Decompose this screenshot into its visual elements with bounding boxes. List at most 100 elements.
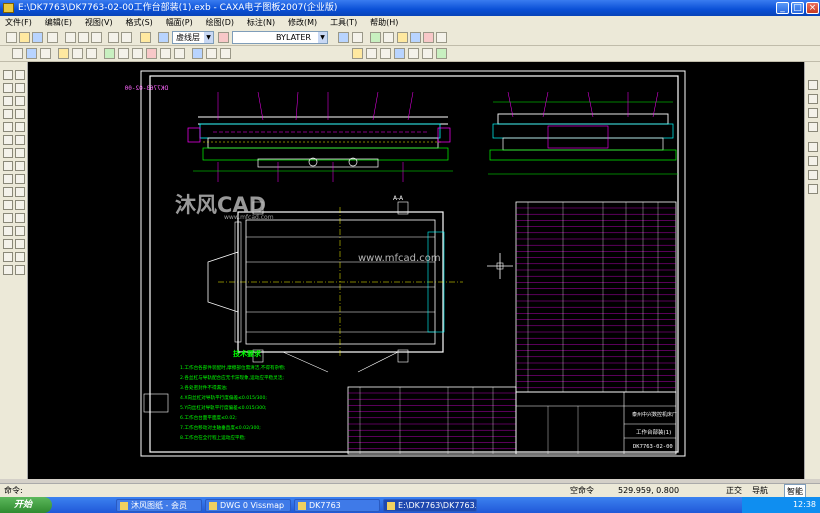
- menu-sheet[interactable]: 幅面(P): [161, 16, 198, 29]
- offset-icon[interactable]: [3, 200, 13, 210]
- point-icon[interactable]: [15, 122, 25, 132]
- task-browser[interactable]: 沐风图纸 - 会员: [116, 499, 202, 512]
- menu-file[interactable]: 文件(F): [0, 16, 37, 29]
- properties-icon[interactable]: [370, 32, 381, 43]
- maximize-button[interactable]: □: [791, 2, 804, 14]
- match-icon[interactable]: [383, 32, 394, 43]
- zoom-out-icon[interactable]: [86, 48, 97, 59]
- ortho-toggle[interactable]: 正交: [726, 484, 742, 497]
- undo-icon[interactable]: [108, 32, 119, 43]
- rectangle-icon[interactable]: [3, 96, 13, 106]
- copy-icon[interactable]: [78, 32, 89, 43]
- array-icon[interactable]: [174, 48, 185, 59]
- weld-icon[interactable]: [15, 239, 25, 249]
- new-file-icon[interactable]: [6, 32, 17, 43]
- menu-modify[interactable]: 修改(M): [283, 16, 322, 29]
- move-icon[interactable]: [15, 187, 25, 197]
- zoom-all-icon[interactable]: [40, 48, 51, 59]
- color-picker-icon[interactable]: [808, 108, 818, 118]
- break-icon[interactable]: [15, 174, 25, 184]
- fillet-icon[interactable]: [15, 161, 25, 171]
- dim-linear-icon[interactable]: [3, 213, 13, 223]
- circle-icon[interactable]: [3, 83, 13, 93]
- table-icon[interactable]: [15, 265, 25, 275]
- line-icon[interactable]: [3, 70, 13, 80]
- extend-icon[interactable]: [118, 48, 129, 59]
- linetype-icon[interactable]: [808, 94, 818, 104]
- task-dwg-viewer[interactable]: DWG 0 Vissmap: [205, 499, 291, 512]
- command-prompt[interactable]: 命令:: [4, 484, 23, 497]
- start-button[interactable]: 开始: [0, 497, 52, 513]
- redraw-icon[interactable]: [12, 48, 23, 59]
- roughness-icon[interactable]: [3, 239, 13, 249]
- open-folder-icon[interactable]: [19, 32, 30, 43]
- bom-icon[interactable]: [436, 32, 447, 43]
- stretch-icon[interactable]: [3, 187, 13, 197]
- text-tool-icon[interactable]: [3, 161, 13, 171]
- task-caxa[interactable]: E:\DK7763\DK7763...: [383, 499, 477, 512]
- pan-icon[interactable]: [58, 48, 69, 59]
- mirror-icon[interactable]: [132, 48, 143, 59]
- hatch-icon[interactable]: [380, 48, 391, 59]
- dim-angle-icon[interactable]: [3, 226, 13, 236]
- parallel-line-icon[interactable]: [15, 70, 25, 80]
- zoom-previous-icon[interactable]: [422, 48, 433, 59]
- drawing-canvas[interactable]: DK7763-02-00 A-A 技术要求 1.工作台各部件装配时,摩擦部位需清…: [28, 62, 804, 479]
- centerline-icon[interactable]: [3, 135, 13, 145]
- library-icon[interactable]: [423, 32, 434, 43]
- match-prop-icon[interactable]: [352, 48, 363, 59]
- text-icon[interactable]: [394, 48, 405, 59]
- zoom-in-icon[interactable]: [72, 48, 83, 59]
- menu-format[interactable]: 格式(S): [120, 16, 157, 29]
- measure-icon[interactable]: [192, 48, 203, 59]
- snap-icon[interactable]: [338, 32, 349, 43]
- menu-help[interactable]: 帮助(H): [365, 16, 403, 29]
- zoom-realtime-icon[interactable]: [408, 48, 419, 59]
- layer-manager-icon[interactable]: [808, 80, 818, 90]
- nav-toggle[interactable]: 导航: [752, 484, 768, 497]
- hatch-tool-icon[interactable]: [3, 148, 13, 158]
- datum-icon[interactable]: [15, 252, 25, 262]
- balloon-icon[interactable]: [3, 265, 13, 275]
- task-folder[interactable]: DK7763: [294, 499, 380, 512]
- query-icon[interactable]: [206, 48, 217, 59]
- area-icon[interactable]: [220, 48, 231, 59]
- polygon-icon[interactable]: [15, 96, 25, 106]
- menu-tools[interactable]: 工具(T): [325, 16, 362, 29]
- frame-icon[interactable]: [808, 156, 818, 166]
- menu-view[interactable]: 视图(V): [80, 16, 118, 29]
- linetype-select[interactable]: BYLATER ▼: [232, 31, 328, 44]
- image-icon[interactable]: [410, 32, 421, 43]
- minimize-button[interactable]: _: [776, 2, 789, 14]
- equidistant-icon[interactable]: [15, 135, 25, 145]
- parts-list-icon[interactable]: [808, 184, 818, 194]
- block-icon[interactable]: [397, 32, 408, 43]
- cut-icon[interactable]: [65, 32, 76, 43]
- save-icon[interactable]: [32, 32, 43, 43]
- redo-icon[interactable]: [121, 32, 132, 43]
- arc-icon[interactable]: [15, 83, 25, 93]
- menu-draw[interactable]: 绘图(D): [201, 16, 239, 29]
- tolerance-icon[interactable]: [3, 252, 13, 262]
- help-icon[interactable]: [140, 32, 151, 43]
- leader-icon[interactable]: [15, 226, 25, 236]
- close-button[interactable]: ×: [806, 2, 819, 14]
- dim-radius-icon[interactable]: [15, 213, 25, 223]
- scale-icon[interactable]: [160, 48, 171, 59]
- spline-icon[interactable]: [3, 109, 13, 119]
- menu-edit[interactable]: 编辑(E): [40, 16, 77, 29]
- zoom-dynamic-icon[interactable]: [436, 48, 447, 59]
- dim-style-icon[interactable]: [808, 142, 818, 152]
- text-style-icon[interactable]: [808, 122, 818, 132]
- trim-icon[interactable]: [104, 48, 115, 59]
- layer-icon[interactable]: [158, 32, 169, 43]
- chamfer-icon[interactable]: [3, 174, 13, 184]
- title-block-icon[interactable]: [808, 170, 818, 180]
- paste-icon[interactable]: [91, 32, 102, 43]
- section-icon[interactable]: [366, 48, 377, 59]
- fill-icon[interactable]: [15, 148, 25, 158]
- grid-icon[interactable]: [352, 32, 363, 43]
- rotate-icon[interactable]: [146, 48, 157, 59]
- print-icon[interactable]: [47, 32, 58, 43]
- layer-select[interactable]: 虚线层 ▼: [172, 31, 214, 44]
